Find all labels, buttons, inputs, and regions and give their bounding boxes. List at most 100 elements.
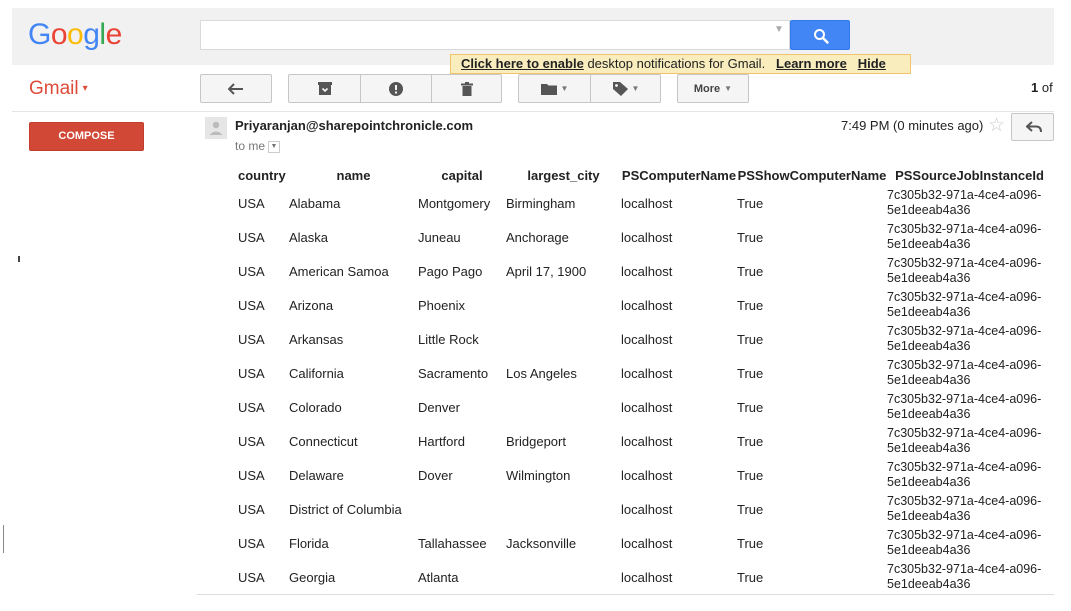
show-details-dropdown[interactable]: ▼ [268,140,281,153]
report-spam-icon [389,81,403,96]
cell-largest-city: Wilmington [506,467,571,483]
cell-capital: Little Rock [418,331,479,347]
cell-ps-computer-name: localhost [621,263,673,279]
star-icon[interactable]: ☆ [988,114,1005,137]
learn-more-link[interactable]: Learn more [776,56,847,71]
cell-name: Connecticut [289,433,358,449]
header-ps-computer-name: PSComputerName [621,167,737,183]
cell-ps-computer-name: localhost [621,365,673,381]
google-logo[interactable]: Google [28,18,122,52]
move-to-button[interactable]: ▼ [519,75,590,102]
cell-capital: Sacramento [418,365,489,381]
search-input[interactable] [200,20,790,50]
cell-largest-city: Anchorage [506,229,569,245]
cell-ps-show-computer-name: True [737,229,764,245]
gmail-label: Gmail [29,78,79,99]
cell-ps-source-job-instance-id: 7c305b32-971a-4ce4-a096-5e1deeab4a36 [887,528,1042,557]
header-largest-city: largest_city [527,167,600,183]
cell-country: USA [238,331,265,347]
cell-ps-show-computer-name: True [737,331,764,347]
cell-ps-source-job-instance-id: 7c305b32-971a-4ce4-a096-5e1deeab4a36 [887,256,1042,285]
cell-country: USA [238,569,265,585]
header-ps-show-computer-name: PSShowComputerName [737,167,887,183]
cell-country: USA [238,501,265,517]
cell-country: USA [238,297,265,313]
cell-name: California [289,365,344,381]
sidebar-scrollbar[interactable] [3,525,4,553]
cell-ps-show-computer-name: True [737,569,764,585]
cell-capital: Phoenix [418,297,465,313]
cell-ps-source-job-instance-id: 7c305b32-971a-4ce4-a096-5e1deeab4a36 [887,426,1042,455]
cell-name: District of Columbia [289,501,402,517]
chevron-down-icon: ▼ [724,84,733,93]
cell-name: Alabama [289,195,341,211]
cell-ps-source-job-instance-id: 7c305b32-971a-4ce4-a096-5e1deeab4a36 [887,222,1042,251]
cell-ps-computer-name: localhost [621,501,673,517]
pager-of: of [1038,80,1053,95]
cell-ps-source-job-instance-id: 7c305b32-971a-4ce4-a096-5e1deeab4a36 [887,494,1042,523]
cell-capital [418,492,506,526]
header-country: country [238,167,286,183]
cell-ps-computer-name: localhost [621,433,673,449]
cell-country: USA [238,263,265,279]
sidebar-scroll-marker [18,256,20,262]
cell-country: USA [238,433,265,449]
table-row: USA Florida Tallahassee Jacksonville localho… [238,526,1052,560]
more-button[interactable]: More ▼ [677,74,749,103]
cell-name: American Samoa [289,263,389,279]
delete-button[interactable] [432,75,502,102]
cell-ps-show-computer-name: True [737,501,764,517]
table-row: USA Delaware Dover Wilmington localhost True 7… [238,458,1052,492]
search-options-caret-icon[interactable]: ▼ [774,24,784,35]
trash-icon [461,81,473,96]
cell-name: Delaware [289,467,344,483]
header-capital: capital [441,167,483,183]
cell-country: USA [238,195,265,211]
archive-icon [317,82,332,95]
cell-largest-city: Bridgeport [506,433,566,449]
cell-country: USA [238,229,265,245]
table-row: USA Alabama Montgomery Birmingham localhost T… [238,186,1052,220]
cell-country: USA [238,535,265,551]
cell-largest-city: Birmingham [506,195,576,211]
move-label-button-group: ▼ ▼ [518,74,661,103]
cell-ps-show-computer-name: True [737,433,764,449]
gmail-menu[interactable]: Gmail ▾ [29,78,88,100]
cell-largest-city [506,322,621,356]
enable-notifications-link[interactable]: Click here to enable [461,56,584,71]
cell-ps-show-computer-name: True [737,297,764,313]
table-row: USA American Samoa Pago Pago April 17, 1900… [238,254,1052,288]
labels-button[interactable]: ▼ [591,75,661,102]
hide-notification-link[interactable]: Hide [858,56,886,71]
table-row: USA Colorado Denver localhost True 7c305b32-9… [238,390,1052,424]
message-timestamp: 7:49 PM (0 minutes ago) [841,118,984,133]
table-row: USA California Sacramento Los Angeles localh… [238,356,1052,390]
table-row: USA Alaska Juneau Anchorage localhost True 7c3… [238,220,1052,254]
sender-email[interactable]: Priyaranjan@sharepointchronicle.com [235,118,473,133]
header-name: name [336,167,371,183]
report-spam-button[interactable] [361,75,431,102]
cell-ps-source-job-instance-id: 7c305b32-971a-4ce4-a096-5e1deeab4a36 [887,358,1042,387]
action-button-group [288,74,502,103]
cell-ps-computer-name: localhost [621,467,673,483]
reply-button[interactable] [1011,113,1054,141]
cell-ps-show-computer-name: True [737,467,764,483]
cell-country: USA [238,365,265,381]
archive-button[interactable] [289,75,360,102]
cell-ps-computer-name: localhost [621,229,673,245]
cell-ps-computer-name: localhost [621,569,673,585]
cell-name: Florida [289,535,329,551]
logo-letter: g [83,18,100,51]
back-to-inbox-button[interactable] [200,74,272,103]
search-button[interactable] [790,20,850,50]
cell-capital: Montgomery [418,195,491,211]
search-icon [814,29,829,44]
message-body-table: country name capital largest_city PSComputer… [238,164,1052,594]
chevron-down-icon: ▼ [631,84,640,93]
cell-ps-show-computer-name: True [737,365,764,381]
table-row: USA District of Columbia localhost True 7c30… [238,492,1052,526]
compose-button[interactable]: COMPOSE [29,122,144,151]
cell-largest-city [506,390,621,424]
cell-name: Colorado [289,399,342,415]
desktop-notification-banner: Click here to enable desktop notificatio… [450,54,911,74]
